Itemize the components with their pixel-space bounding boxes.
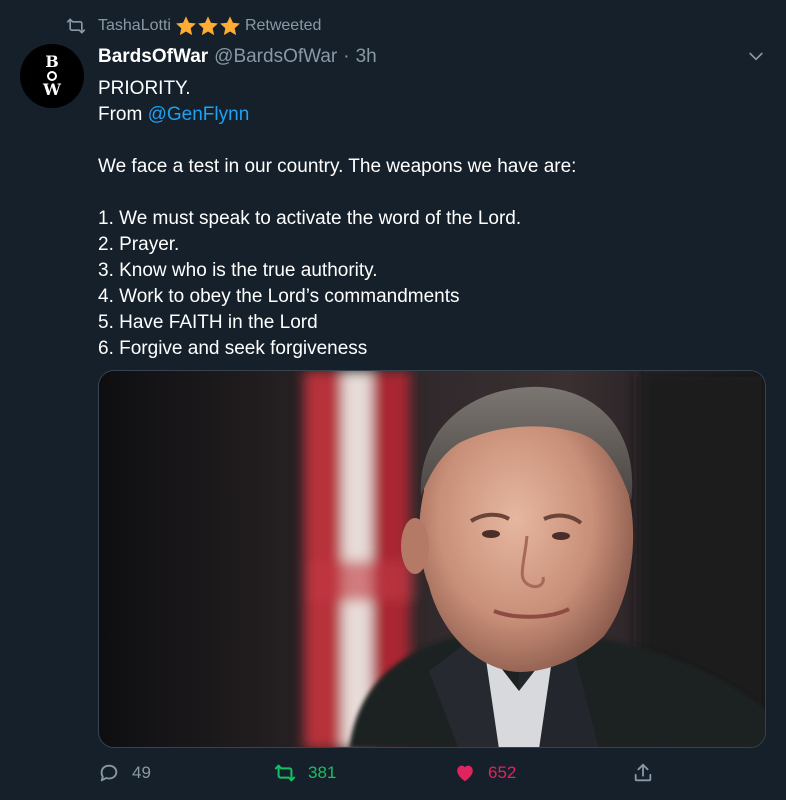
heart-icon: [454, 762, 476, 784]
like-button[interactable]: 652: [454, 762, 516, 784]
reply-count: 49: [132, 763, 151, 782]
tweet-actions: 49 381 652: [98, 758, 766, 790]
tweet-header: BardsOfWar @BardsOfWar · 3h: [98, 46, 377, 68]
tweet-text-line: 4. Work to obey the Lord’s commandments: [98, 286, 460, 307]
retweet-count: 381: [308, 763, 337, 782]
tweet-text-line: 5. Have FAITH in the Lord: [98, 312, 318, 333]
mention-link[interactable]: @GenFlynn: [148, 104, 250, 125]
tweet-text-line: We face a test in our country. The weapo…: [98, 156, 577, 177]
avatar[interactable]: B W: [20, 44, 84, 108]
avatar-letter-w: W: [43, 80, 61, 99]
display-name[interactable]: BardsOfWar: [98, 46, 208, 68]
tweet-text-line: From @GenFlynn: [98, 102, 758, 128]
tweet-text-line: PRIORITY.: [98, 78, 191, 99]
retweeter-name[interactable]: TashaLotti: [98, 17, 171, 35]
tweet-timestamp[interactable]: 3h: [356, 46, 377, 68]
star-icon: [175, 15, 197, 37]
star-emoji-group: [175, 15, 241, 37]
like-count: 652: [488, 763, 517, 782]
share-button[interactable]: [632, 762, 666, 784]
retweet-button[interactable]: 381: [274, 762, 336, 784]
tweet-text-line: 1. We must speak to activate the word of…: [98, 208, 522, 229]
tweet-text-line: [98, 128, 758, 154]
retweeted-label: Retweeted: [244, 17, 322, 34]
chevron-down-icon[interactable]: [746, 46, 766, 66]
tweet-photo[interactable]: [98, 370, 766, 748]
avatar-letter-b: B: [45, 52, 59, 71]
tweet-text-line: 3. Know who is the true authority.: [98, 260, 378, 281]
user-handle[interactable]: @BardsOfWar: [214, 46, 337, 68]
star-icon: [219, 15, 241, 37]
retweet-icon: [66, 16, 86, 36]
from-label: From: [98, 104, 148, 125]
tweet-text: PRIORITY. From @GenFlynn We face a test …: [98, 76, 758, 362]
photo-of-man-in-front-of-flag: [99, 371, 765, 747]
star-icon: [197, 15, 219, 37]
share-icon: [632, 762, 654, 784]
tweet-text-line: 2. Prayer.: [98, 234, 180, 255]
retweet-icon: [274, 762, 296, 784]
tweet-text-line: [98, 180, 758, 206]
retweet-context: TashaLotti Retweeted: [66, 14, 321, 38]
reply-button[interactable]: 49: [98, 762, 151, 784]
separator-dot: ·: [343, 46, 350, 67]
reply-icon: [98, 762, 120, 784]
tweet-text-line: 6. Forgive and seek forgiveness: [98, 338, 368, 359]
